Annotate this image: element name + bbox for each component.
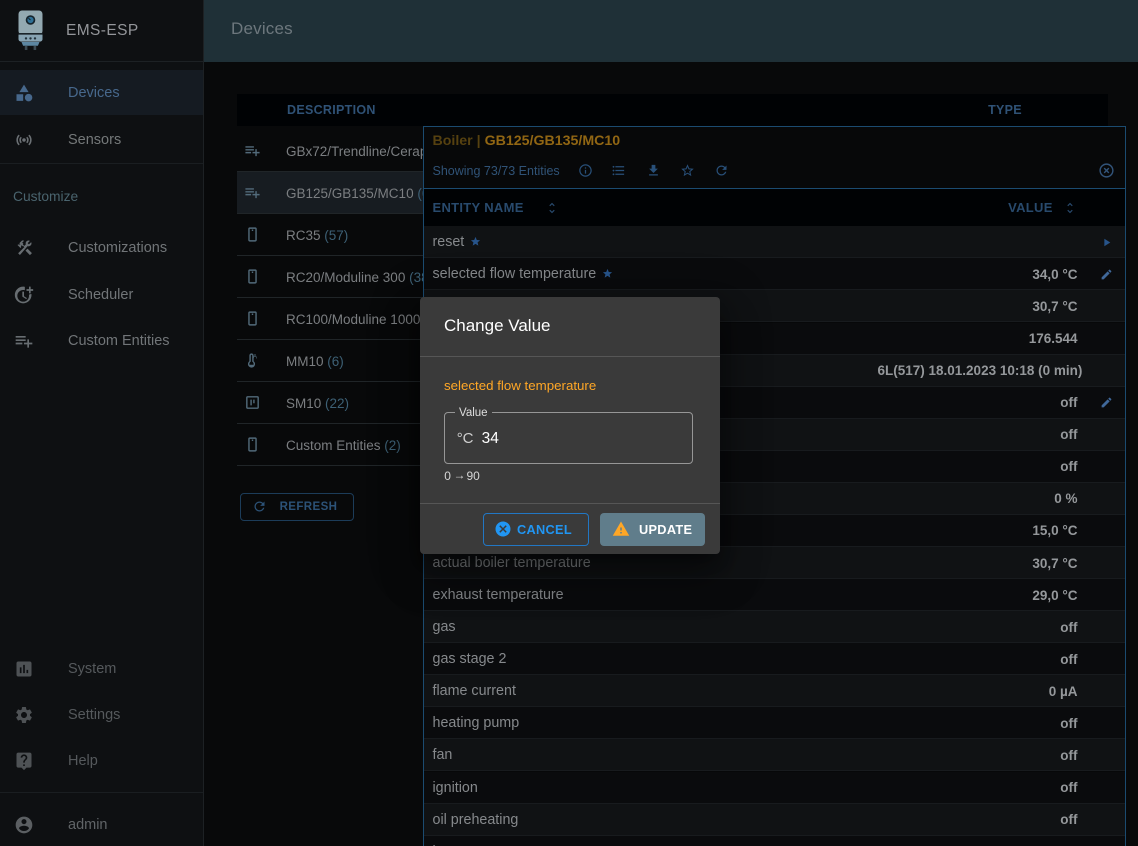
svg-text:A: A <box>253 353 258 360</box>
